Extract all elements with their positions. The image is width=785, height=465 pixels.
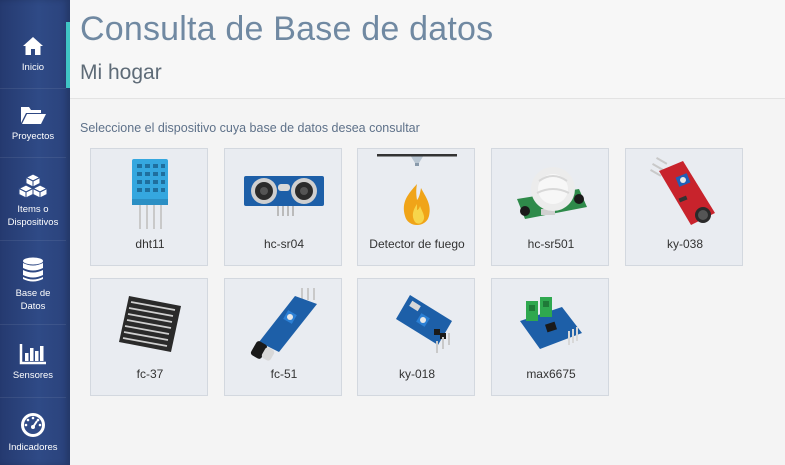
rain-sensor-icon <box>91 285 209 363</box>
sidebar-item-indicadores[interactable]: Indicadores <box>0 413 66 454</box>
ultrasonic-sensor-icon <box>225 155 343 233</box>
device-label: ky-018 <box>398 367 436 381</box>
device-card-fc-51[interactable]: fc-51 <box>224 278 342 396</box>
device-label: fc-51 <box>270 367 298 381</box>
gauge-icon <box>19 413 47 441</box>
device-label: hc-sr501 <box>527 237 575 251</box>
sidebar-item-sensores[interactable]: Sensores <box>0 343 66 382</box>
divider <box>0 157 66 158</box>
folder-icon <box>19 104 47 130</box>
divider <box>0 240 66 241</box>
device-card-ky-038[interactable]: ky-038 <box>625 148 743 266</box>
device-card-hc-sr04[interactable]: hc-sr04 <box>224 148 342 266</box>
device-label: Detector de fuego <box>369 237 465 251</box>
divider <box>0 324 66 325</box>
device-card-dht11[interactable]: dht11 <box>90 148 208 266</box>
sidebar-item-label: Base de Datos <box>15 288 51 312</box>
sound-sensor-icon <box>626 155 744 233</box>
dht11-sensor-icon <box>91 155 209 233</box>
sidebar-item-label: Indicadores <box>8 442 58 453</box>
sidebar-item-label: Sensores <box>12 370 54 381</box>
sidebar-item-dispositivos[interactable]: Items o Dispositivos <box>0 173 66 229</box>
device-label: fc-37 <box>136 367 164 381</box>
device-label: max6675 <box>526 367 576 381</box>
home-icon <box>21 35 45 61</box>
sidebar: Inicio Proyectos Items o Dispositivos Ba… <box>0 0 70 465</box>
device-card-hc-sr501[interactable]: hc-sr501 <box>491 148 609 266</box>
light-sensor-icon <box>358 285 476 363</box>
database-icon <box>22 257 44 287</box>
device-card-fc-37[interactable]: fc-37 <box>90 278 208 396</box>
device-card-max6675[interactable]: max6675 <box>491 278 609 396</box>
page-title: Consulta de Base de datos <box>80 10 494 48</box>
sidebar-item-label: Items o Dispositivos <box>7 204 59 228</box>
divider <box>0 397 66 398</box>
device-label: hc-sr04 <box>263 237 304 251</box>
sidebar-item-inicio[interactable]: Inicio <box>0 22 70 88</box>
ir-obstacle-sensor-icon <box>225 285 343 363</box>
device-card-ky-018[interactable]: ky-018 <box>357 278 475 396</box>
page-subtitle: Mi hogar <box>80 61 162 84</box>
cubes-icon <box>18 173 48 203</box>
divider <box>0 88 66 89</box>
page-header: Consulta de Base de datos Mi hogar <box>70 0 785 99</box>
fire-detector-icon <box>358 154 476 233</box>
pir-sensor-icon <box>492 155 610 233</box>
sidebar-item-base-de-datos[interactable]: Base de Datos <box>0 257 66 313</box>
device-label: dht11 <box>135 237 165 251</box>
sidebar-item-label: Inicio <box>21 62 45 73</box>
thermocouple-module-icon <box>492 285 610 363</box>
sidebar-item-proyectos[interactable]: Proyectos <box>0 104 66 143</box>
instruction-text: Seleccione el dispositivo cuya base de d… <box>80 121 420 135</box>
bar-chart-icon <box>19 343 47 369</box>
sidebar-item-label: Proyectos <box>11 131 55 142</box>
device-label: ky-038 <box>666 237 704 251</box>
device-card-detector-de-fuego[interactable]: Detector de fuego <box>357 148 475 266</box>
